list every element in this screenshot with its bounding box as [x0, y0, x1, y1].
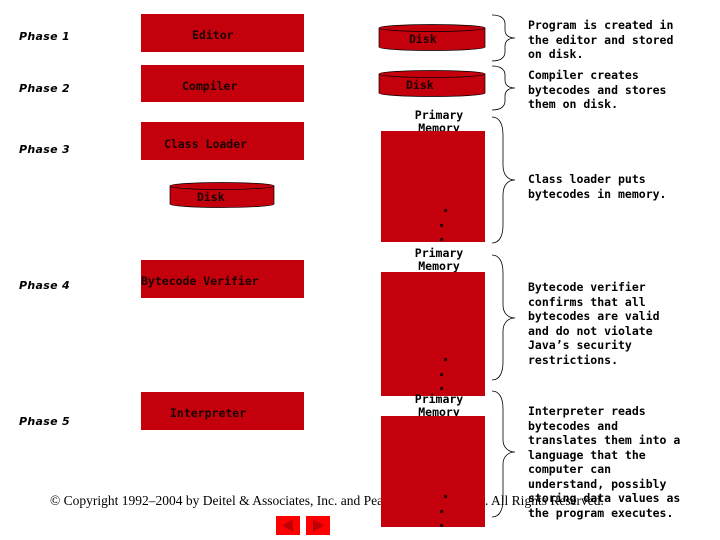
prev-slide-button[interactable] [276, 516, 300, 535]
disk-3-label: Disk [197, 190, 225, 204]
primary-memory-box-3-overlay [381, 416, 485, 527]
primary-memory-box-2-overlay [381, 272, 485, 276]
triangle-right-icon [313, 519, 324, 532]
next-slide-button[interactable] [306, 516, 330, 535]
disk-2-label: Disk [406, 78, 434, 92]
primary-memory-box-1-overlay [381, 131, 485, 135]
brace-3-icon [491, 116, 516, 244]
ellipsis-dot [440, 524, 443, 527]
description-phase-1: Program is created in the editor and sto… [528, 18, 674, 61]
description-phase-2: Compiler creates bytecodes and stores th… [528, 68, 667, 111]
ellipsis-dot [444, 495, 447, 498]
description-phase-5: Interpreter reads bytecodes and translat… [528, 404, 681, 520]
brace-2-icon [491, 65, 516, 111]
brace-1-icon [491, 14, 516, 62]
triangle-left-icon [282, 519, 293, 532]
ellipsis-dot [440, 510, 443, 513]
description-phase-3: Class loader puts bytecodes in memory. [528, 172, 667, 201]
primary-memory-label-2: Primary Memory [381, 247, 497, 273]
disk-1-label: Disk [409, 32, 437, 46]
brace-4-icon [491, 254, 516, 381]
description-phase-4: Bytecode verifier confirms that all byte… [528, 280, 660, 367]
